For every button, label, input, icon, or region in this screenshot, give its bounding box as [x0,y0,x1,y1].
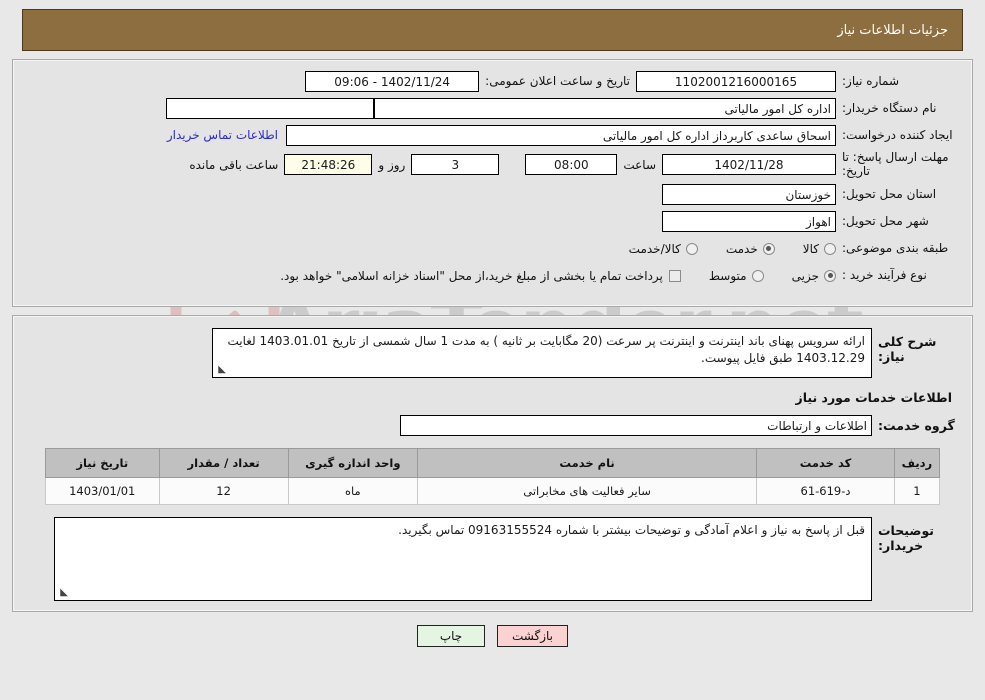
cell-unit: ماه [287,476,418,505]
description-value: ارائه سرویس پهنای باند اینترنت و اینترنت… [227,333,865,365]
cell-qty: 12 [158,476,289,505]
days-label: روز و [378,157,406,172]
resize-grip-icon[interactable]: ◣ [58,587,68,598]
row-deadline: مهلت ارسال پاسخ: تا تاریخ: 1402/11/28 سا… [27,150,958,179]
description-textarea[interactable]: ارائه سرویس پهنای باند اینترنت و اینترنت… [212,327,872,378]
service-group-row: گروه خدمت: اطلاعات و ارتباطات [27,414,958,436]
category-option-service[interactable]: خدمت [726,242,775,256]
table-row[interactable]: 1 د-619-61 سایر فعالیت های مخابراتی ماه … [45,476,941,505]
public-announce-label: تاریخ و ساعت اعلان عمومی: [485,74,630,88]
cell-code: د-619-61 [756,476,895,505]
description-label: شرح کلی نیاز: [878,333,937,364]
creator-label: ایجاد کننده درخواست: [842,127,953,142]
public-announce-field[interactable]: 1402/11/24 - 09:06 [305,70,480,92]
buyer-notes-row: توضیحات خریدار: قبل از پاسخ به نیاز و اع… [27,516,958,601]
deadline-date-field[interactable]: 1402/11/28 [662,154,836,176]
process-option-minor[interactable]: جزیی [792,269,836,283]
print-button[interactable]: چاپ [417,624,485,647]
service-group-field[interactable]: اطلاعات و ارتباطات [400,414,872,436]
radio-icon-selected[interactable] [824,269,836,282]
buyer-org-field[interactable]: اداره کل امور مالیاتی [374,97,836,119]
services-table: ردیف کد خدمت نام خدمت واحد اندازه گیری ت… [45,447,941,505]
col-date: تاریخ نیاز [45,447,160,478]
creator-field[interactable]: اسحاق ساعدی کاربرداز اداره کل امور مالیا… [286,124,836,146]
deadline-time-field[interactable]: 08:00 [525,154,618,176]
page-title-bar: جزئیات اطلاعات نیاز [22,9,963,51]
row-buyer-org: نام دستگاه خریدار: اداره کل امور مالیاتی [27,97,958,119]
buyer-org-extra-field[interactable] [166,97,374,119]
process-option-medium-label: متوسط [708,268,747,283]
category-option-service-label: خدمت [725,241,758,256]
buyer-notes-label: توضیحات خریدار: [878,522,934,553]
category-option-goods[interactable]: کالا [803,242,836,256]
row-creator: ایجاد کننده درخواست: اسحاق ساعدی کاربردا… [27,124,958,146]
need-body-panel: شرح کلی نیاز: ارائه سرویس پهنای باند این… [12,314,973,612]
buyer-notes-value: قبل از پاسخ به نیاز و اعلام آمادگی و توض… [398,522,865,537]
footer-button-bar: بازگشت چاپ [0,624,985,647]
remaining-time-label: ساعت باقی مانده [189,157,279,172]
need-details-panel: شماره نیاز: 1102001216000165 تاریخ و ساع… [12,59,973,307]
process-label: نوع فرآیند خرید : [842,268,927,283]
city-label: شهر محل تحویل: [842,214,929,229]
need-number-field[interactable]: 1102001216000165 [636,70,836,92]
table-header-row: ردیف کد خدمت نام خدمت واحد اندازه گیری ت… [45,447,941,478]
buyer-contact-link[interactable]: اطلاعات تماس خریدار [159,128,286,142]
radio-icon-selected[interactable] [762,242,775,255]
buyer-notes-textarea[interactable]: قبل از پاسخ به نیاز و اعلام آمادگی و توض… [54,516,872,601]
treasury-note-text: پرداخت تمام یا بخشی از مبلغ خرید،از محل … [280,268,663,283]
row-city: شهر محل تحویل: اهواز [27,211,958,233]
cell-date: 1403/01/01 [45,476,160,505]
cell-name: سایر فعالیت های مخابراتی [416,476,758,505]
col-radif: ردیف [893,447,941,478]
row-category: طبقه بندی موضوعی: کالا خدمت کالا/خدمت [27,238,958,260]
category-radio-group: کالا خدمت کالا/خدمت [601,242,836,256]
need-number-label: شماره نیاز: [842,73,899,88]
radio-icon[interactable] [685,242,698,255]
col-unit: واحد اندازه گیری [287,447,418,478]
remaining-time-field[interactable]: 21:48:26 [284,154,373,176]
deadline-label: مهلت ارسال پاسخ: تا تاریخ: [842,150,949,178]
col-name: نام خدمت [416,447,758,478]
resize-grip-icon[interactable]: ◣ [216,364,226,375]
back-button[interactable]: بازگشت [497,624,568,647]
remaining-days-field[interactable]: 3 [411,154,500,176]
radio-icon[interactable] [751,269,764,282]
page-root: جزئیات اطلاعات نیاز شماره نیاز: 11020012… [0,9,985,647]
row-province: استان محل تحویل: خوزستان [27,184,958,206]
city-field[interactable]: اهواز [662,211,836,233]
row-process-type: نوع فرآیند خرید : جزیی متوسط پرداخت تمام… [27,265,958,287]
service-group-label: گروه خدمت: [878,417,955,433]
province-label: استان محل تحویل: [842,187,937,202]
category-option-goods-service-label: کالا/خدمت [628,241,681,256]
treasury-note-checkbox[interactable] [668,269,681,282]
process-option-minor-label: جزیی [791,268,819,283]
description-row: شرح کلی نیاز: ارائه سرویس پهنای باند این… [27,327,958,378]
col-qty: تعداد / مقدار [158,447,289,478]
category-option-goods-label: کالا [802,241,819,256]
buyer-org-label: نام دستگاه خریدار: [842,100,937,115]
radio-icon[interactable] [824,242,836,255]
category-label: طبقه بندی موضوعی: [842,241,949,256]
category-option-goods-service[interactable]: کالا/خدمت [629,242,698,256]
cell-radif: 1 [893,476,941,505]
process-radio-group: جزیی متوسط [681,269,836,283]
col-code: کد خدمت [756,447,895,478]
hour-label: ساعت [623,157,656,172]
row-need-number: شماره نیاز: 1102001216000165 تاریخ و ساع… [27,70,958,92]
page-title: جزئیات اطلاعات نیاز [837,22,948,38]
province-field[interactable]: خوزستان [662,184,836,206]
process-option-medium[interactable]: متوسط [709,269,764,283]
services-section-title: اطلاعات خدمات مورد نیاز [795,389,953,405]
